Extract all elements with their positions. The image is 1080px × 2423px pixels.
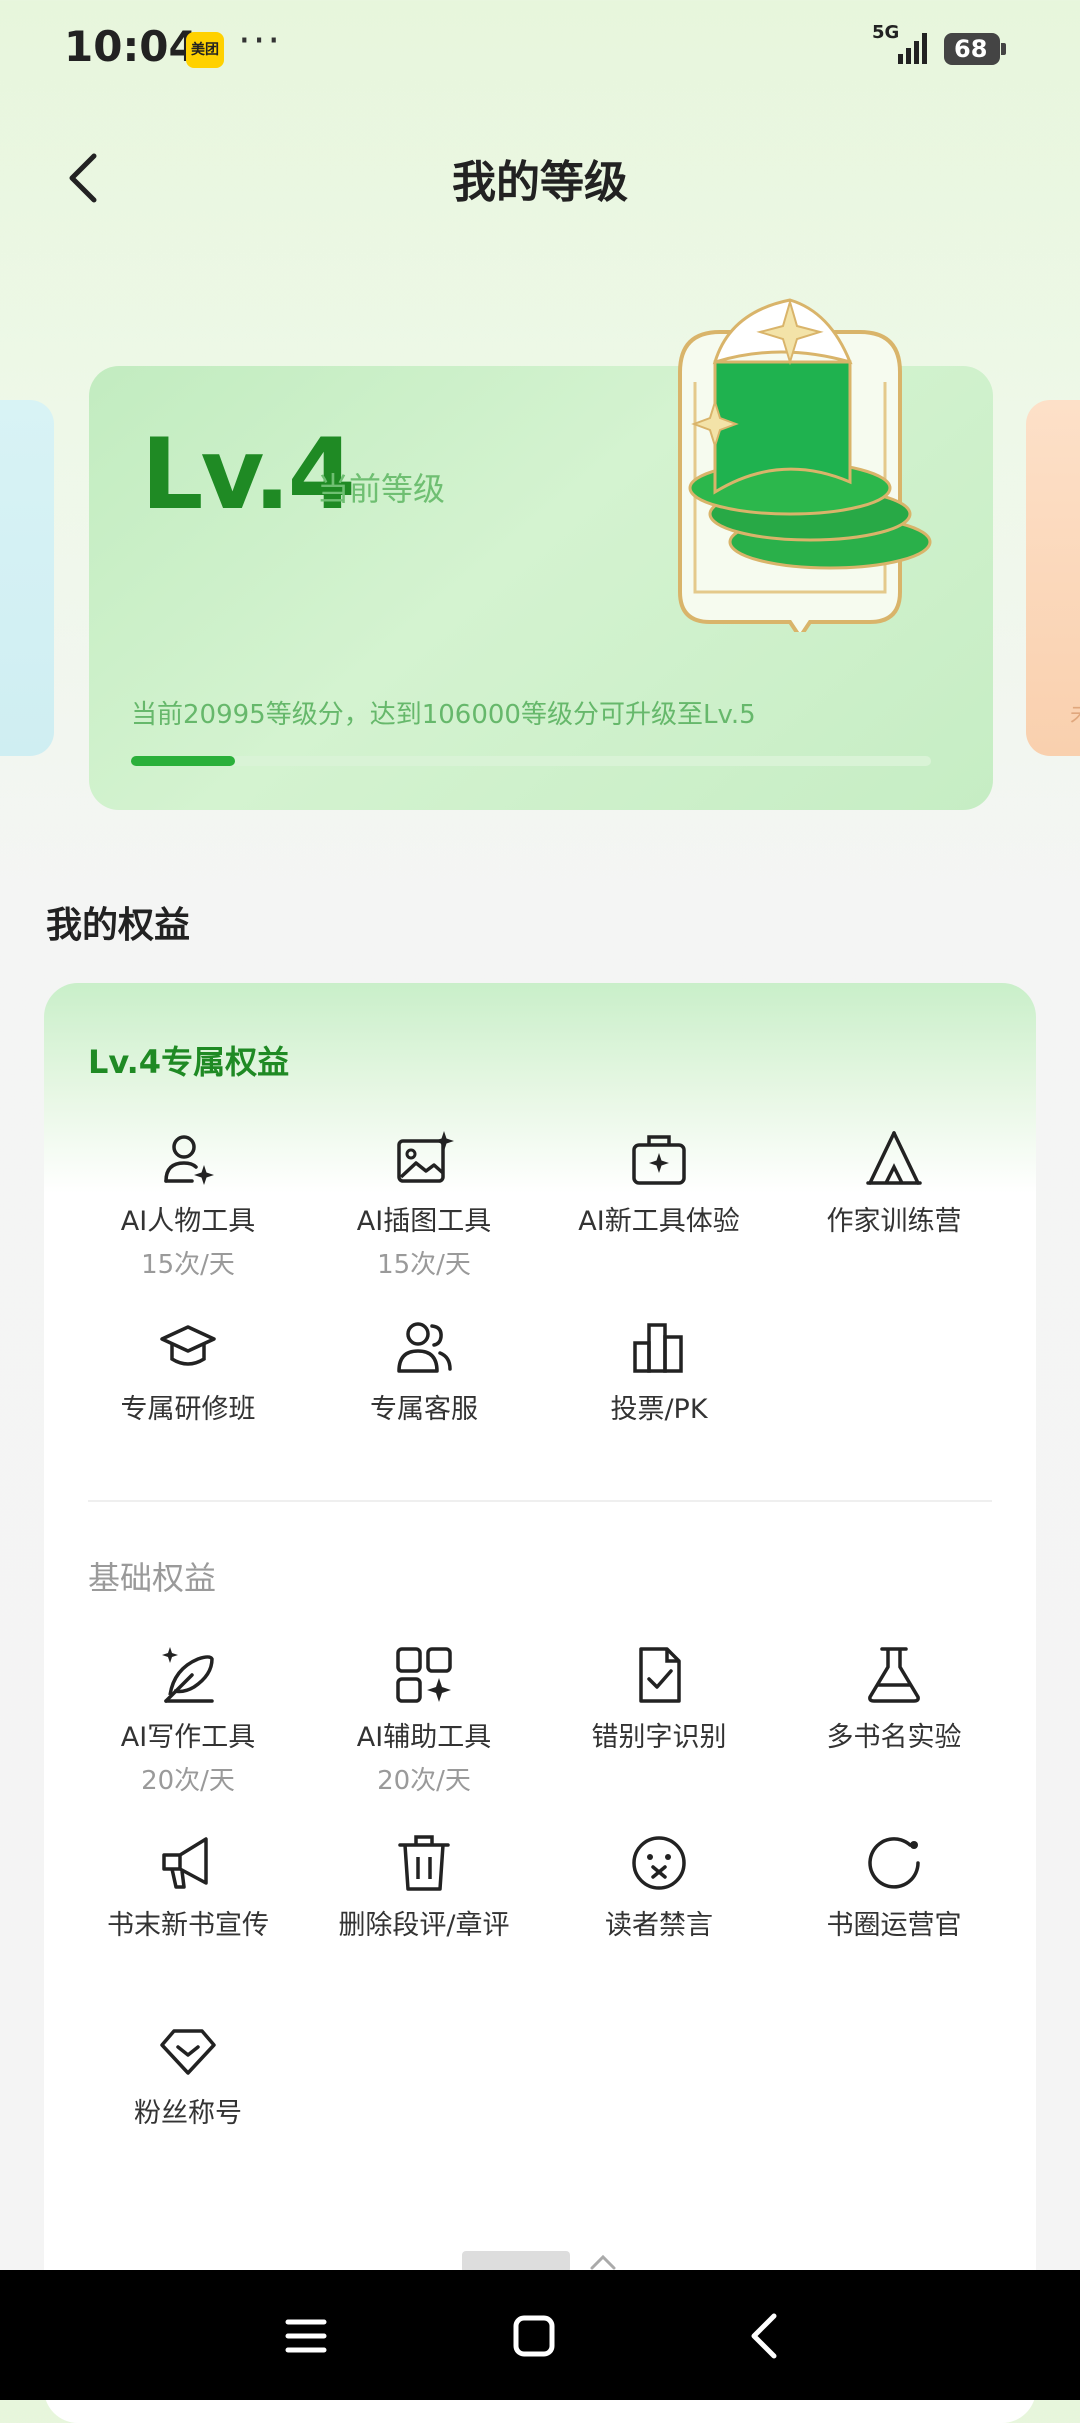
users-icon bbox=[397, 1322, 452, 1373]
right-label: 粉丝称号 bbox=[134, 2098, 242, 2129]
right-quota: 20次/天 bbox=[141, 1766, 235, 1796]
level-badge-illustration bbox=[678, 298, 932, 632]
circle-refresh-icon bbox=[868, 1837, 920, 1889]
home-icon[interactable] bbox=[502, 2304, 566, 2368]
menu-icon[interactable] bbox=[274, 2304, 338, 2368]
status-bar: 10:04 美团 ··· 5G 68 bbox=[0, 0, 1080, 100]
right-label: AI写作工具 bbox=[120, 1722, 256, 1753]
basic-rights-title: 基础权益 bbox=[88, 1559, 217, 1597]
right-ai-character-tool[interactable]: AI人物工具 15次/天 bbox=[70, 1129, 306, 1281]
next-level-card-text: 未 bbox=[1070, 697, 1080, 729]
right-typo-detection[interactable]: 错别字识别 bbox=[541, 1645, 777, 1754]
right-exclusive-training[interactable]: 专属研修班 bbox=[70, 1317, 306, 1426]
section-divider bbox=[88, 1500, 992, 1502]
right-label: AI新工具体验 bbox=[578, 1206, 740, 1237]
bar-chart-icon bbox=[633, 1323, 683, 1373]
right-label: 读者禁言 bbox=[605, 1910, 713, 1941]
right-label: 专属客服 bbox=[370, 1394, 478, 1425]
megaphone-icon bbox=[162, 1837, 208, 1889]
right-label: 书末新书宣传 bbox=[107, 1910, 269, 1941]
right-fan-title[interactable]: 粉丝称号 bbox=[70, 2021, 306, 2130]
graduation-cap-icon bbox=[160, 1325, 216, 1366]
page-title: 我的等级 bbox=[452, 157, 628, 208]
level-caption: 当前等级 bbox=[317, 470, 446, 508]
flask-icon bbox=[868, 1647, 920, 1703]
level-progress-fill bbox=[131, 756, 235, 766]
briefcase-sparkle-icon bbox=[632, 1135, 686, 1185]
badge-heart-icon bbox=[160, 2029, 216, 2075]
right-label: AI辅助工具 bbox=[356, 1722, 492, 1753]
right-exclusive-service[interactable]: 专属客服 bbox=[306, 1317, 542, 1426]
my-rights-title: 我的权益 bbox=[46, 905, 191, 946]
right-label: 多书名实验 bbox=[826, 1722, 962, 1753]
feather-sparkle-icon bbox=[162, 1647, 214, 1703]
document-check-icon bbox=[639, 1647, 681, 1703]
battery-icon: 68 bbox=[944, 33, 1006, 65]
system-nav-bar bbox=[0, 2270, 1080, 2400]
signal-icon bbox=[898, 33, 927, 64]
right-multi-title-test[interactable]: 多书名实验 bbox=[776, 1645, 1012, 1754]
exclusive-rights-title: Lv.4专属权益 bbox=[88, 1043, 290, 1081]
right-label: AI插图工具 bbox=[356, 1206, 492, 1237]
right-ai-writing-tool[interactable]: AI写作工具 20次/天 bbox=[70, 1645, 306, 1797]
right-label: AI人物工具 bbox=[120, 1206, 256, 1237]
tent-icon bbox=[866, 1131, 922, 1185]
right-label: 书圈运营官 bbox=[826, 1910, 962, 1941]
more-notifications-icon: ··· bbox=[238, 18, 283, 64]
level-progress-text: 当前20995等级分，达到106000等级分可升级至Lv.5 bbox=[131, 700, 756, 730]
right-label: 错别字识别 bbox=[591, 1722, 727, 1753]
meituan-app-icon: 美团 bbox=[186, 32, 224, 68]
user-plus-sparkle-icon bbox=[164, 1135, 214, 1185]
right-book-end-promo[interactable]: 书末新书宣传 bbox=[70, 1833, 306, 1942]
mute-face-icon bbox=[632, 1836, 686, 1890]
right-quota: 20次/天 bbox=[377, 1766, 471, 1796]
right-ai-new-tool-trial[interactable]: AI新工具体验 bbox=[541, 1129, 777, 1238]
right-label: 专属研修班 bbox=[120, 1394, 256, 1425]
right-vote-pk[interactable]: 投票/PK bbox=[541, 1317, 777, 1426]
image-sparkle-icon bbox=[397, 1131, 454, 1183]
right-ai-assist-tool[interactable]: AI辅助工具 20次/天 bbox=[306, 1645, 542, 1797]
right-reader-mute[interactable]: 读者禁言 bbox=[541, 1833, 777, 1942]
chevron-up-icon bbox=[590, 2254, 616, 2270]
right-circle-operator[interactable]: 书圈运营官 bbox=[776, 1833, 1012, 1942]
status-time: 10:04 bbox=[64, 22, 198, 71]
back-icon[interactable] bbox=[734, 2304, 798, 2368]
trash-icon bbox=[398, 1835, 450, 1891]
right-label: 投票/PK bbox=[610, 1394, 708, 1425]
right-label: 作家训练营 bbox=[826, 1206, 962, 1237]
right-quota: 15次/天 bbox=[377, 1250, 471, 1280]
previous-level-card[interactable] bbox=[0, 400, 54, 756]
level-progress-bar bbox=[131, 756, 931, 766]
right-ai-illustration-tool[interactable]: AI插图工具 15次/天 bbox=[306, 1129, 542, 1281]
right-quota: 15次/天 bbox=[141, 1250, 235, 1280]
grid-sparkle-icon bbox=[396, 1647, 452, 1703]
rights-card: Lv.4专属权益 AI人物工具 15次/天 AI插图工具 15次/天 AI新工具… bbox=[44, 983, 1036, 2423]
right-label: 删除段评/章评 bbox=[338, 1910, 510, 1941]
right-writer-camp[interactable]: 作家训练营 bbox=[776, 1129, 1012, 1238]
right-delete-comments[interactable]: 删除段评/章评 bbox=[306, 1833, 542, 1942]
